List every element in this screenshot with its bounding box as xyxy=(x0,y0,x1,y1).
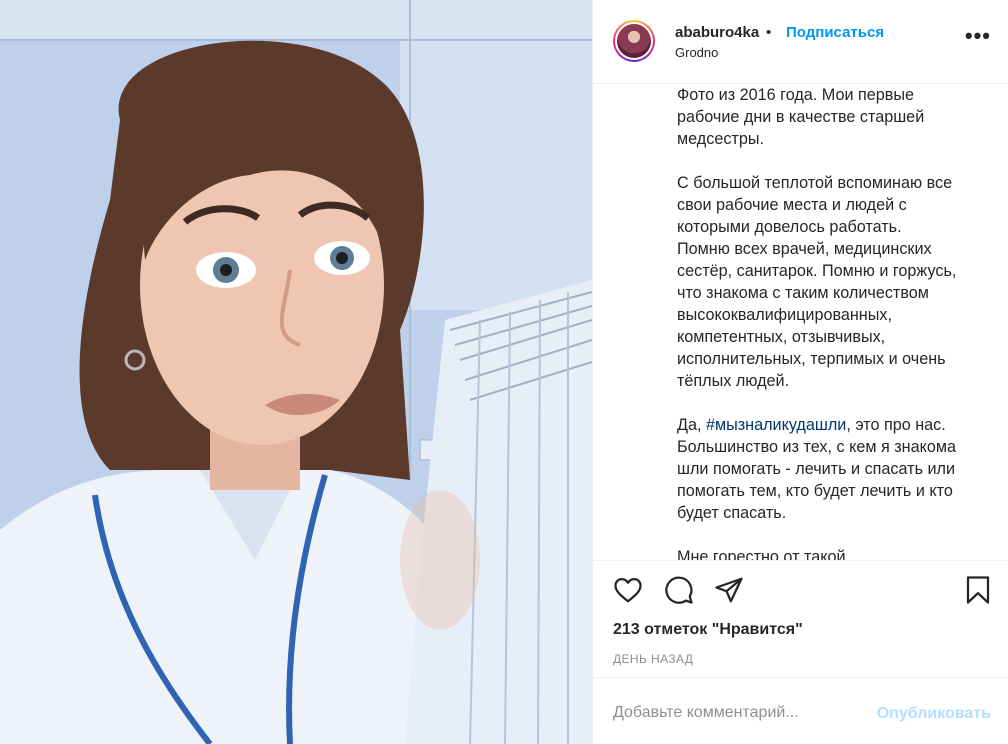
caption-paragraph: С большой теплотой вспоминаю все свои ра… xyxy=(677,174,957,390)
caption-text: Да, xyxy=(677,416,706,434)
follow-button[interactable]: Подписаться xyxy=(786,24,884,41)
caption-paragraph: Да, #мызналикудашли, это про нас. Больши… xyxy=(677,414,975,524)
heart-icon[interactable] xyxy=(613,575,643,605)
hashtag-link[interactable]: #мызналикудашли xyxy=(706,416,846,434)
caption-paragraph: Фото из 2016 года. Мои первые рабочие дн… xyxy=(677,86,925,148)
caption: Фото из 2016 года. Мои первые рабочие дн… xyxy=(593,84,1008,560)
caption-paragraph: Мне горестно от такой xyxy=(677,548,846,560)
comment-icon[interactable] xyxy=(664,575,694,605)
post-photo xyxy=(0,0,592,744)
post-header: ababuro4ka • Подписаться Grodno ••• xyxy=(593,0,1008,84)
more-options-icon[interactable]: ••• xyxy=(965,25,991,47)
post-timestamp[interactable]: ДЕНЬ НАЗАД xyxy=(613,652,693,666)
likes-count[interactable]: 213 отметок "Нравится" xyxy=(613,621,803,639)
post-comment-button[interactable]: Опубликовать xyxy=(877,705,991,723)
separator-dot: • xyxy=(766,24,772,41)
username-link[interactable]: ababuro4ka xyxy=(675,24,759,41)
comment-input[interactable] xyxy=(613,704,843,722)
post-actions: 213 отметок "Нравится" ДЕНЬ НАЗАД Опубли… xyxy=(593,560,1008,744)
comment-bar: Опубликовать xyxy=(593,677,1008,744)
bookmark-icon[interactable] xyxy=(963,575,993,605)
photo-illustration xyxy=(0,0,592,744)
location-link[interactable]: Grodno xyxy=(675,45,718,60)
post-sidebar: ababuro4ka • Подписаться Grodno ••• Фото… xyxy=(592,0,1008,744)
share-icon[interactable] xyxy=(714,575,744,605)
avatar[interactable] xyxy=(613,20,655,62)
